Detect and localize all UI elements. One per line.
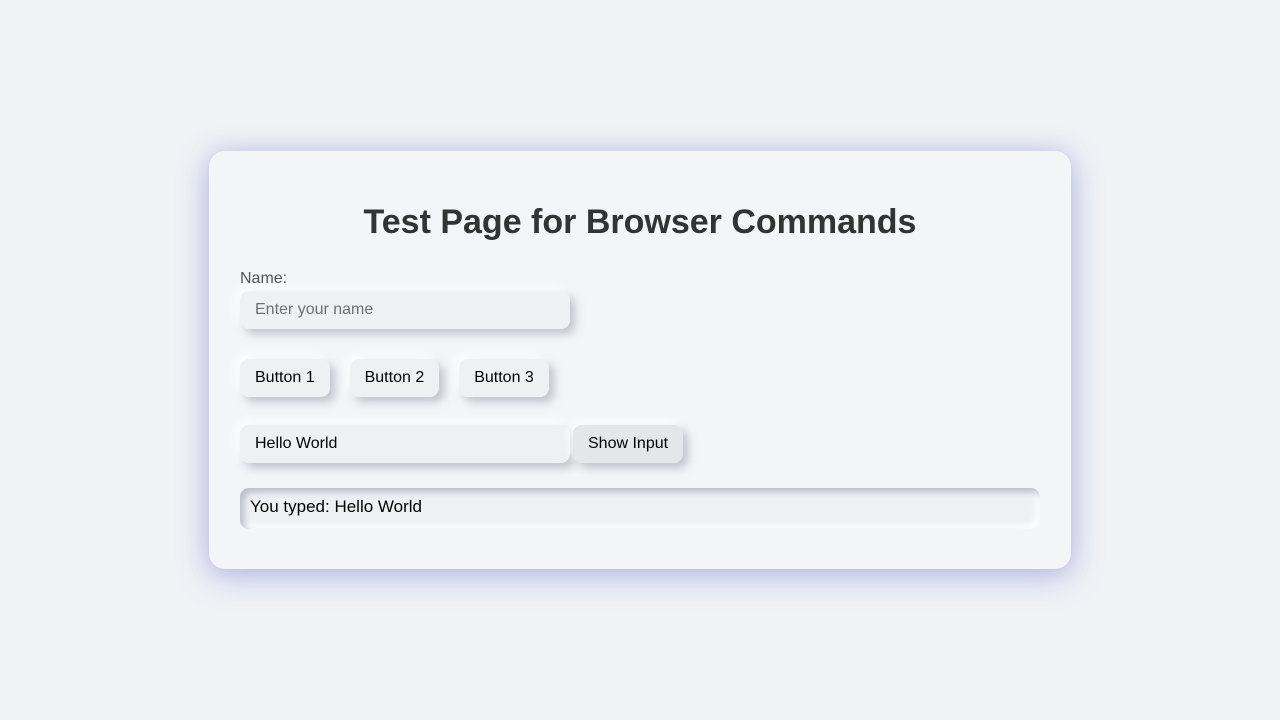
button-2[interactable]: Button 2 [349, 359, 440, 397]
button-3[interactable]: Button 3 [459, 359, 549, 397]
echo-row: Show Input [240, 425, 1040, 463]
button-1[interactable]: Button 1 [240, 359, 330, 397]
text-input[interactable] [240, 425, 570, 463]
main-card: Test Page for Browser Commands Name: But… [209, 151, 1071, 569]
name-input[interactable] [240, 291, 570, 329]
name-label: Name: [240, 270, 288, 287]
button-row: Button 1 Button 2 Button 3 [240, 359, 1040, 397]
output-display: You typed: Hello World [240, 488, 1040, 529]
show-input-button[interactable]: Show Input [573, 425, 684, 463]
page-title: Test Page for Browser Commands [363, 203, 917, 241]
